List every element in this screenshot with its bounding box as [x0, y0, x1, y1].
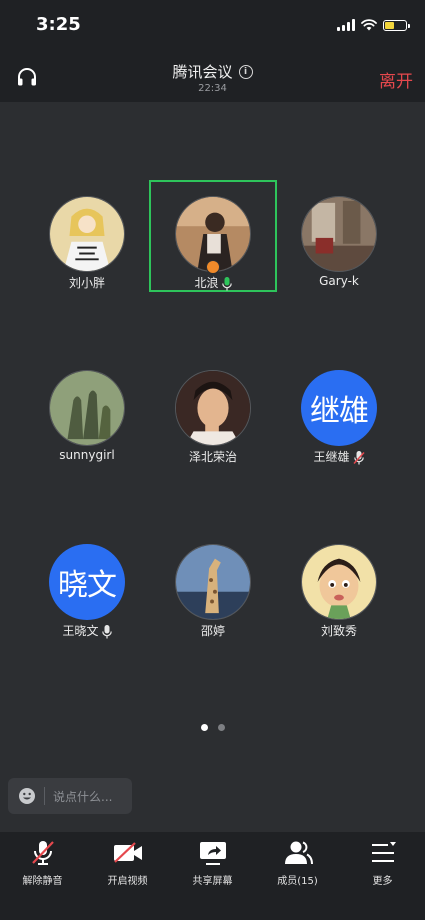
more-button[interactable]: 更多: [340, 840, 425, 890]
text-avatar: 继雄: [301, 370, 377, 446]
meeting-title-text: 腾讯会议: [172, 63, 233, 81]
participant-tile[interactable]: 晓文 王晓文: [25, 530, 149, 638]
chat-input[interactable]: 说点什么...: [8, 778, 132, 814]
start-video-button[interactable]: 开启视频: [85, 840, 170, 890]
participant-name: 刘小胖: [25, 274, 149, 291]
participant-name-text: 邵婷: [200, 624, 225, 638]
unmute-button[interactable]: 解除静音: [0, 840, 85, 890]
participant-name: 王继雄: [277, 448, 401, 465]
mic-active-icon: [221, 276, 232, 290]
meeting-title[interactable]: 腾讯会议 i: [0, 61, 425, 82]
avatar: [49, 370, 125, 446]
avatar: [49, 196, 125, 272]
mic-icon: [101, 624, 112, 638]
host-badge-icon: [206, 260, 220, 274]
photo-girl-sailor-icon: [50, 197, 124, 271]
status-time: 3:25: [36, 14, 81, 35]
members-icon: [284, 841, 313, 865]
mic-muted-icon: [31, 841, 54, 865]
avatar: [175, 370, 251, 446]
photo-cartoon-girl-icon: [302, 545, 376, 619]
more-label: 更多: [372, 876, 393, 887]
photo-man-thinking-icon: [176, 371, 250, 445]
photo-shadows-icon: [50, 371, 124, 445]
more-menu-icon: [371, 842, 396, 862]
members-button[interactable]: 成员(15): [255, 840, 340, 890]
participant-name: 王晓文: [25, 622, 149, 639]
participant-name-text: Gary-k: [319, 274, 359, 288]
share-screen-icon: [199, 842, 226, 865]
page-indicator[interactable]: [0, 716, 425, 735]
participant-name-text: 刘致秀: [320, 624, 357, 638]
participant-name: sunnygirl: [25, 448, 149, 462]
status-bar: 3:25: [0, 0, 425, 50]
participant-name: 刘致秀: [277, 622, 401, 639]
participant-name-text: 北浪: [194, 276, 219, 290]
participant-tile[interactable]: 刘小胖: [25, 182, 149, 290]
cellular-signal-icon: [337, 19, 355, 31]
participant-tile[interactable]: Gary-k: [277, 182, 401, 290]
participant-name: 北浪: [151, 274, 275, 291]
text-avatar: 晓文: [49, 544, 125, 620]
leave-button[interactable]: 离开: [379, 67, 413, 92]
participant-name-text: 刘小胖: [68, 276, 105, 290]
participant-name-text: 王继雄: [313, 450, 350, 464]
participant-name: 邵婷: [151, 622, 275, 639]
status-icons: [337, 16, 410, 34]
members-label: 成员(15): [277, 876, 318, 887]
photo-room-icon: [302, 197, 376, 271]
participant-tile-active-speaker[interactable]: 北浪: [149, 180, 277, 292]
participant-tile[interactable]: 邵婷: [151, 530, 275, 638]
participant-tile[interactable]: 继雄 王继雄: [277, 356, 401, 464]
bottom-toolbar: 解除静音 开启视频 共享屏幕 成员(15) 更多: [0, 832, 425, 920]
chat-placeholder[interactable]: 说点什么...: [53, 788, 112, 805]
meeting-header: 腾讯会议 i 22:34 离开: [0, 50, 425, 102]
participant-tile[interactable]: 泽北荣治: [151, 356, 275, 464]
emoji-icon[interactable]: [18, 787, 36, 805]
meeting-duration: 22:34: [198, 83, 227, 94]
battery-icon: [383, 19, 410, 31]
avatar: [301, 544, 377, 620]
share-screen-button[interactable]: 共享屏幕: [170, 840, 255, 890]
wifi-icon: [361, 19, 377, 31]
participant-name-text: sunnygirl: [59, 448, 115, 462]
info-icon[interactable]: i: [238, 64, 253, 79]
share-screen-label: 共享屏幕: [192, 876, 233, 887]
participant-grid: 刘小胖 北浪 Gary-k sunnygirl 泽北荣治 继雄 王继雄 晓文 王…: [0, 102, 425, 732]
video-off-icon: [113, 842, 142, 863]
start-video-label: 开启视频: [107, 876, 148, 887]
photo-giraffe-icon: [176, 545, 250, 619]
participant-name-text: 王晓文: [62, 624, 99, 638]
participant-name: 泽北荣治: [151, 448, 275, 465]
mic-muted-icon: [352, 450, 365, 464]
avatar: [301, 196, 377, 272]
chat-divider: [44, 787, 45, 805]
participant-name: Gary-k: [277, 274, 401, 288]
participant-tile[interactable]: 刘致秀: [277, 530, 401, 638]
participant-tile[interactable]: sunnygirl: [25, 356, 149, 464]
page-dot-active[interactable]: [200, 724, 208, 731]
avatar: [175, 544, 251, 620]
page-dot[interactable]: [217, 724, 225, 731]
participant-name-text: 泽北荣治: [188, 450, 237, 464]
unmute-label: 解除静音: [22, 876, 63, 887]
